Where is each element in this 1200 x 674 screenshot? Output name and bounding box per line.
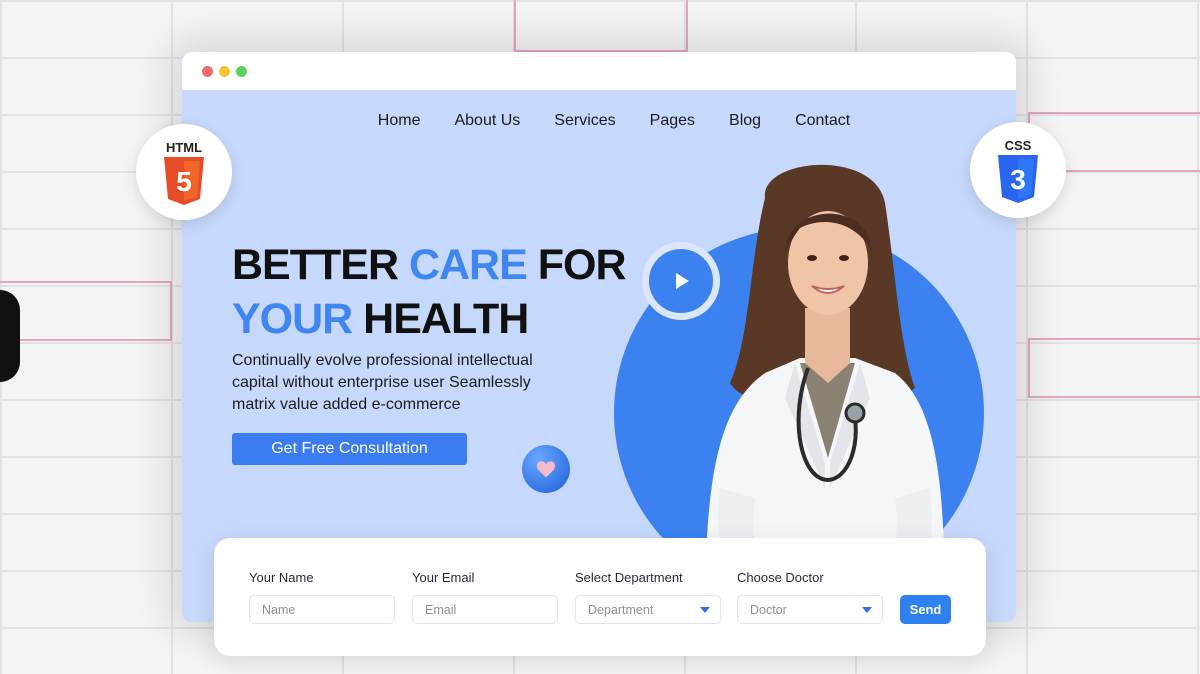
nav-contact[interactable]: Contact — [795, 112, 850, 130]
css-badge-label: CSS — [1004, 137, 1032, 153]
browser-titlebar — [182, 52, 1016, 90]
send-button[interactable]: Send — [900, 595, 951, 624]
maximize-dot-icon[interactable] — [236, 65, 247, 77]
html5-shield-icon: 5 — [164, 156, 204, 205]
close-dot-icon[interactable] — [202, 65, 213, 77]
main-nav: Home About Us Services Pages Blog Contac… — [182, 112, 1016, 130]
doctor-field-group: Choose Doctor Doctor — [737, 570, 883, 624]
name-label: Your Name — [249, 570, 314, 585]
department-field-group: Select Department Department — [575, 570, 721, 624]
hero-title-word: FOR — [526, 241, 627, 289]
doctor-select[interactable]: Doctor — [737, 595, 883, 624]
background-accent-box — [1028, 338, 1200, 398]
department-select[interactable]: Department — [575, 595, 721, 624]
name-field-group: Your Name Name — [249, 570, 395, 624]
nav-home[interactable]: Home — [378, 112, 421, 130]
nav-blog[interactable]: Blog — [729, 112, 761, 130]
department-label: Select Department — [575, 570, 683, 585]
background-accent-box — [514, 0, 688, 52]
get-free-consultation-button[interactable]: Get Free Consultation — [232, 433, 467, 465]
email-input[interactable]: Email — [412, 595, 558, 624]
hero-title: BETTER CARE FOR YOUR HEALTH — [232, 238, 627, 346]
chevron-down-icon — [700, 607, 710, 613]
heart-badge — [522, 445, 570, 493]
nav-about-us[interactable]: About Us — [454, 112, 520, 130]
css3-badge: CSS 3 — [970, 122, 1066, 218]
minimize-dot-icon[interactable] — [219, 65, 230, 77]
chevron-down-icon — [862, 607, 872, 613]
email-label: Your Email — [412, 570, 475, 585]
background-dark-shape — [0, 290, 20, 382]
css3-shield-icon: 3 — [998, 154, 1038, 203]
appointment-form: Your Name Name Your Email Email Select D… — [214, 538, 986, 656]
nav-services[interactable]: Services — [554, 112, 615, 130]
hero-title-word: HEALTH — [352, 295, 529, 343]
hero-title-highlight: YOUR — [232, 295, 353, 343]
html-badge-label: HTML — [165, 139, 203, 155]
hero-title-word: BETTER — [232, 241, 409, 289]
browser-window: Home About Us Services Pages Blog Contac… — [182, 52, 1016, 622]
html5-badge: HTML 5 — [136, 124, 232, 220]
email-field-group: Your Email Email — [412, 570, 558, 624]
html-badge-number: 5 — [176, 166, 192, 197]
department-select-value: Department — [588, 602, 654, 617]
css-badge-number: 3 — [1010, 164, 1026, 195]
name-input[interactable]: Name — [249, 595, 395, 624]
heart-icon — [536, 461, 556, 478]
doctor-select-value: Doctor — [750, 602, 787, 617]
doctor-label: Choose Doctor — [737, 570, 824, 585]
nav-pages[interactable]: Pages — [650, 112, 695, 130]
hero-description: Continually evolve professional intellec… — [232, 352, 533, 413]
background-accent-box — [0, 281, 172, 341]
hero-title-highlight: CARE — [408, 241, 528, 289]
